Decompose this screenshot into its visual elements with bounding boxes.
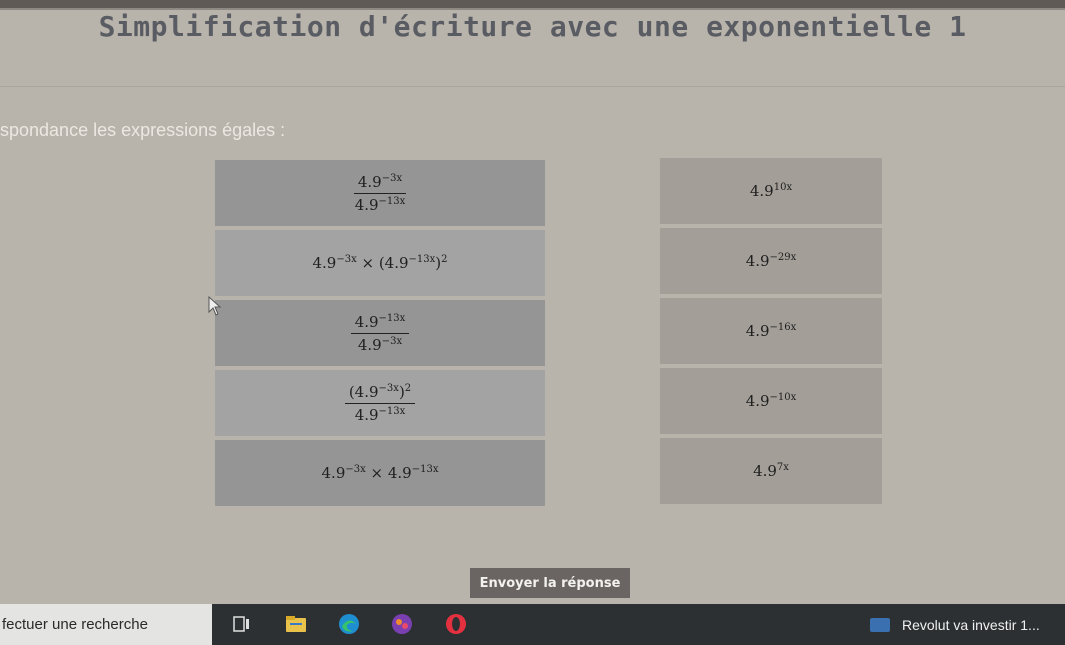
- right-expression-card-1[interactable]: 4.910x: [660, 158, 882, 224]
- right-expression-card-2[interactable]: 4.9−29x: [660, 228, 882, 294]
- news-icon: [870, 617, 890, 632]
- photos-app-icon[interactable]: [390, 612, 414, 636]
- taskbar-search-box[interactable]: fectuer une recherche: [0, 604, 212, 645]
- browser-top-strip: [0, 0, 1065, 8]
- expression-text: 4.97x: [753, 462, 789, 480]
- edge-browser-icon[interactable]: [337, 612, 361, 636]
- left-expression-card-4[interactable]: (4.9−3x)2 4.9−13x: [215, 370, 545, 436]
- fraction: 4.9−13x 4.9−3x: [350, 313, 410, 354]
- page-title: Simplification d'écriture avec une expon…: [98, 10, 967, 43]
- expression-text: 4.9−10x: [745, 392, 797, 410]
- mouse-cursor-icon: [208, 296, 222, 316]
- left-expression-card-2[interactable]: 4.9−3x × (4.9−13x)2: [215, 230, 545, 296]
- expression-text: 4.910x: [749, 182, 793, 200]
- right-expression-card-3[interactable]: 4.9−16x: [660, 298, 882, 364]
- right-expression-card-4[interactable]: 4.9−10x: [660, 368, 882, 434]
- expression-text: 4.9−3x × 4.9−13x: [321, 464, 439, 482]
- expression-text: 4.9−16x: [745, 322, 797, 340]
- left-expressions-column: 4.9−3x 4.9−13x 4.9−3x × (4.9−13x)2 4.9−1…: [215, 160, 545, 510]
- file-explorer-icon[interactable]: [284, 612, 308, 636]
- instruction-text: spondance les expressions égales :: [0, 120, 286, 140]
- task-view-icon[interactable]: [230, 612, 254, 636]
- fraction: (4.9−3x)2 4.9−13x: [344, 383, 416, 424]
- expression-text: 4.9−29x: [745, 252, 797, 270]
- right-expressions-column: 4.910x 4.9−29x 4.9−16x 4.9−10x 4.97x: [660, 158, 882, 508]
- left-expression-card-3[interactable]: 4.9−13x 4.9−3x: [215, 300, 545, 366]
- taskbar: fectuer une recherche Revolut va investi…: [0, 604, 1065, 645]
- left-expression-card-1[interactable]: 4.9−3x 4.9−13x: [215, 160, 545, 226]
- opera-browser-icon[interactable]: [444, 612, 468, 636]
- expression-text: 4.9−3x × (4.9−13x)2: [312, 254, 448, 272]
- title-divider: [0, 86, 1065, 87]
- news-headline: Revolut va investir 1...: [902, 616, 1040, 633]
- right-expression-card-5[interactable]: 4.97x: [660, 438, 882, 504]
- submit-button[interactable]: Envoyer la réponse: [470, 568, 630, 598]
- taskbar-news-widget[interactable]: Revolut va investir 1...: [870, 604, 1040, 645]
- left-expression-card-5[interactable]: 4.9−3x × 4.9−13x: [215, 440, 545, 506]
- fraction: 4.9−3x 4.9−13x: [353, 172, 407, 214]
